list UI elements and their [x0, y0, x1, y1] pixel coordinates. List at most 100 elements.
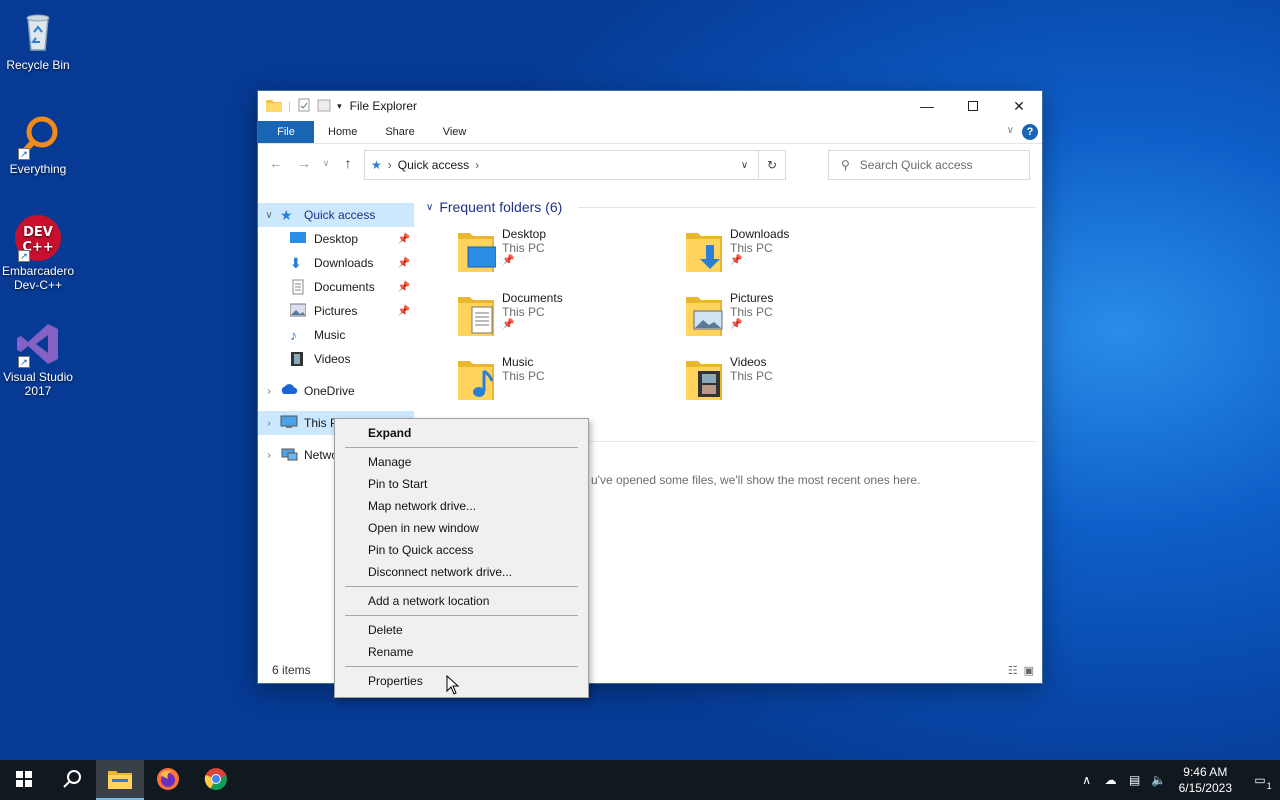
- minimize-icon: —: [920, 98, 934, 114]
- details-view-icon[interactable]: ☷: [1008, 664, 1018, 677]
- menu-item-open-new-window[interactable]: Open in new window: [335, 517, 588, 539]
- sidebar-item-label: Netwo: [304, 448, 339, 462]
- clock[interactable]: 9:46 AM 6/15/2023: [1171, 764, 1240, 796]
- chevron-up-icon[interactable]: ∧: [1075, 773, 1099, 787]
- folder-tile-music[interactable]: Music This PC: [456, 351, 684, 415]
- menu-item-delete[interactable]: Delete: [335, 619, 588, 641]
- sidebar-item-downloads[interactable]: ⬇ Downloads 📌: [258, 251, 414, 275]
- sidebar-item-videos[interactable]: Videos: [258, 347, 414, 371]
- tab-view[interactable]: View: [429, 121, 481, 143]
- menu-item-manage[interactable]: Manage: [335, 451, 588, 473]
- address-bar[interactable]: ★ › Quick access › ∨ ↻: [364, 150, 786, 180]
- up-button[interactable]: ↑: [336, 155, 360, 171]
- sidebar-item-label: Desktop: [314, 232, 359, 246]
- picture-icon: [289, 303, 308, 319]
- desktop-icon-label: Recycle Bin: [6, 58, 70, 72]
- desktop-icon-everything[interactable]: ↗ Everything: [0, 112, 76, 176]
- folder-icon: [108, 769, 132, 792]
- action-center-button[interactable]: ▭ 1: [1240, 760, 1280, 800]
- properties-icon[interactable]: [297, 98, 311, 115]
- sidebar-item-documents[interactable]: Documents 📌: [258, 275, 414, 299]
- breadcrumb[interactable]: Quick access: [398, 158, 469, 172]
- menu-item-disconnect-network-drive[interactable]: Disconnect network drive...: [335, 561, 588, 583]
- menu-item-expand[interactable]: Expand: [335, 422, 588, 444]
- search-button[interactable]: [48, 760, 96, 800]
- taskbar-firefox[interactable]: [144, 760, 192, 800]
- tab-home[interactable]: Home: [314, 121, 371, 143]
- sidebar-item-label: Pictures: [314, 304, 358, 318]
- onedrive-offline-icon[interactable]: ☁: [1099, 773, 1123, 787]
- sidebar-item-desktop[interactable]: Desktop 📌: [258, 227, 414, 251]
- menu-item-add-network-location[interactable]: Add a network location: [335, 590, 588, 612]
- computer-icon: [280, 415, 298, 431]
- folder-tile-videos[interactable]: Videos This PC: [684, 351, 912, 415]
- expand-ribbon-icon[interactable]: ∨: [1007, 125, 1014, 136]
- search-input[interactable]: Search Quick access: [860, 158, 973, 172]
- help-icon[interactable]: ?: [1022, 124, 1038, 140]
- chevron-down-icon: ∨: [740, 159, 749, 171]
- folder-name: Music: [502, 355, 534, 369]
- taskbar-chrome[interactable]: [192, 760, 240, 800]
- status-item-count: 6 items: [272, 663, 311, 677]
- firefox-icon: [156, 767, 180, 794]
- folder-icon[interactable]: [266, 98, 282, 115]
- desktop-icon-devcpp[interactable]: DEV C++ ↗ Embarcadero Dev-C++: [0, 214, 76, 292]
- quick-access-toolbar: | ▾: [266, 98, 342, 115]
- menu-item-pin-quick-access[interactable]: Pin to Quick access: [335, 539, 588, 561]
- desktop-icon-recycle-bin[interactable]: Recycle Bin: [0, 8, 76, 72]
- network-icon: [280, 447, 298, 463]
- folder-tile-downloads[interactable]: Downloads This PC 📌: [684, 223, 912, 287]
- menu-item-properties[interactable]: Properties: [335, 670, 588, 692]
- folder-tile-pictures[interactable]: Pictures This PC 📌: [684, 287, 912, 351]
- taskbar-file-explorer[interactable]: [96, 760, 144, 800]
- pin-icon: 📌: [397, 233, 410, 245]
- chevron-down-icon[interactable]: ▾: [337, 101, 342, 112]
- search-box[interactable]: ⚲ Search Quick access: [828, 150, 1030, 180]
- breadcrumb-separator: ›: [387, 158, 392, 172]
- refresh-button[interactable]: ↻: [758, 151, 785, 179]
- shortcut-arrow-icon: ↗: [18, 250, 30, 262]
- desktop-icon-visual-studio[interactable]: ↗ Visual Studio 2017: [0, 320, 76, 398]
- title-bar[interactable]: | ▾ File Explorer — ✕: [258, 91, 1042, 121]
- menu-separator: [345, 615, 578, 616]
- address-dropdown-button[interactable]: ∨: [731, 151, 758, 179]
- volume-muted-icon[interactable]: 🔈: [1147, 773, 1171, 787]
- maximize-button[interactable]: [950, 91, 996, 121]
- chevron-right-icon[interactable]: ›: [258, 418, 280, 429]
- sidebar-item-quick-access[interactable]: ∨ ★ Quick access: [258, 203, 414, 227]
- shortcut-arrow-icon: ↗: [18, 148, 30, 160]
- menu-item-map-network-drive[interactable]: Map network drive...: [335, 495, 588, 517]
- frequent-folders-header[interactable]: ∨ Frequent folders (6): [420, 195, 1036, 219]
- sidebar-item-onedrive[interactable]: › OneDrive: [258, 379, 414, 403]
- tab-file[interactable]: File: [258, 121, 314, 143]
- back-button[interactable]: ←: [264, 155, 288, 171]
- sidebar-item-pictures[interactable]: Pictures 📌: [258, 299, 414, 323]
- menu-item-rename[interactable]: Rename: [335, 641, 588, 663]
- menu-item-pin-to-start[interactable]: Pin to Start: [335, 473, 588, 495]
- tab-share[interactable]: Share: [371, 121, 428, 143]
- folder-tile-documents[interactable]: Documents This PC 📌: [456, 287, 684, 351]
- large-icons-view-icon[interactable]: ▣: [1024, 664, 1034, 677]
- folder-tile-desktop[interactable]: Desktop This PC 📌: [456, 223, 684, 287]
- search-icon: [62, 769, 82, 792]
- chevron-right-icon[interactable]: ›: [258, 386, 280, 397]
- sidebar-item-label: Downloads: [314, 256, 374, 270]
- taskbar: ∧ ☁ ▤ 🔈 9:46 AM 6/15/2023 ▭ 1: [0, 760, 1280, 800]
- chevron-down-icon: ∨: [426, 201, 434, 213]
- recent-locations-button[interactable]: ∨: [320, 158, 332, 169]
- network-icon[interactable]: ▤: [1123, 773, 1147, 787]
- folder-name: Desktop: [502, 227, 547, 241]
- desktop-icon-label: 2017: [24, 384, 52, 398]
- forward-button[interactable]: →: [292, 155, 316, 171]
- music-folder-icon: [456, 355, 496, 403]
- close-button[interactable]: ✕: [996, 91, 1042, 121]
- new-folder-icon[interactable]: [317, 98, 331, 115]
- cloud-icon: [280, 383, 298, 399]
- chevron-right-icon[interactable]: ›: [258, 450, 280, 461]
- sidebar-item-music[interactable]: ♪ Music: [258, 323, 414, 347]
- window-title: File Explorer: [349, 99, 418, 113]
- chevron-down-icon[interactable]: ∨: [258, 210, 280, 221]
- minimize-button[interactable]: —: [904, 91, 950, 121]
- start-button[interactable]: [0, 760, 48, 800]
- pin-icon: 📌: [502, 255, 515, 266]
